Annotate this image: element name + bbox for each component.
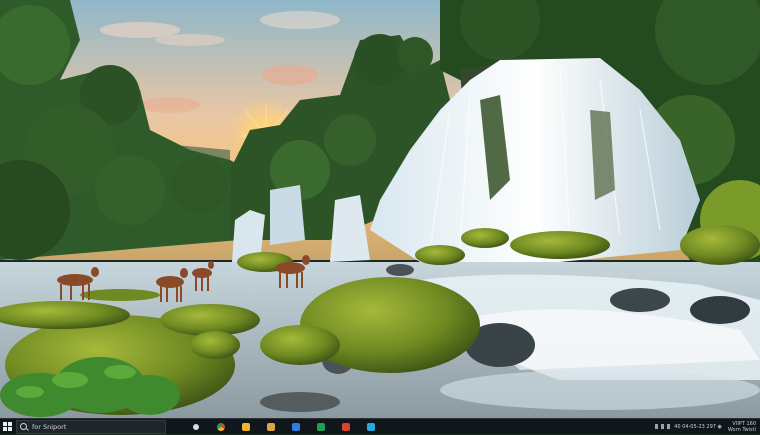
system-tray: 40 04-05-23 297 ◉ VIIPT 160 Worn Twisti (655, 419, 760, 435)
taskbar-clock[interactable]: VIIPT 160 Worn Twisti (728, 421, 756, 433)
search-icon (20, 423, 27, 430)
file-explorer-icon (242, 422, 250, 431)
taskbar-app-search[interactable] (188, 419, 204, 435)
desktop (0, 0, 760, 418)
taskbar-app-file-explorer[interactable] (238, 419, 254, 435)
chrome-icon (217, 422, 225, 431)
start-button[interactable] (0, 419, 14, 435)
taskbar-app-office[interactable] (338, 419, 354, 435)
tray-status-text: 40 04-05-23 297 ◉ (674, 423, 722, 430)
desktop-wallpaper (0, 0, 760, 418)
excel-icon (317, 422, 325, 431)
tray-icons[interactable] (655, 424, 671, 429)
office-icon (342, 422, 350, 431)
taskbar-app-store[interactable] (263, 419, 279, 435)
photos-icon (367, 422, 375, 431)
taskbar-app-chrome[interactable] (213, 419, 229, 435)
taskbar-app-excel[interactable] (313, 419, 329, 435)
taskbar-app-mail[interactable] (288, 419, 304, 435)
mail-icon (292, 422, 300, 431)
store-icon (267, 422, 275, 431)
search-icon (193, 423, 199, 430)
pinned-apps (188, 419, 388, 435)
windows-logo-icon (2, 422, 12, 431)
taskbar-search-box[interactable]: for Sniport (16, 419, 166, 434)
taskbar-app-photos[interactable] (363, 419, 379, 435)
search-placeholder: for Sniport (32, 422, 67, 431)
clock-line-2: Worn Twisti (727, 426, 756, 433)
taskbar: for Sniport 40 04-05-23 297 ◉ VIIPT 160 … (0, 418, 760, 434)
